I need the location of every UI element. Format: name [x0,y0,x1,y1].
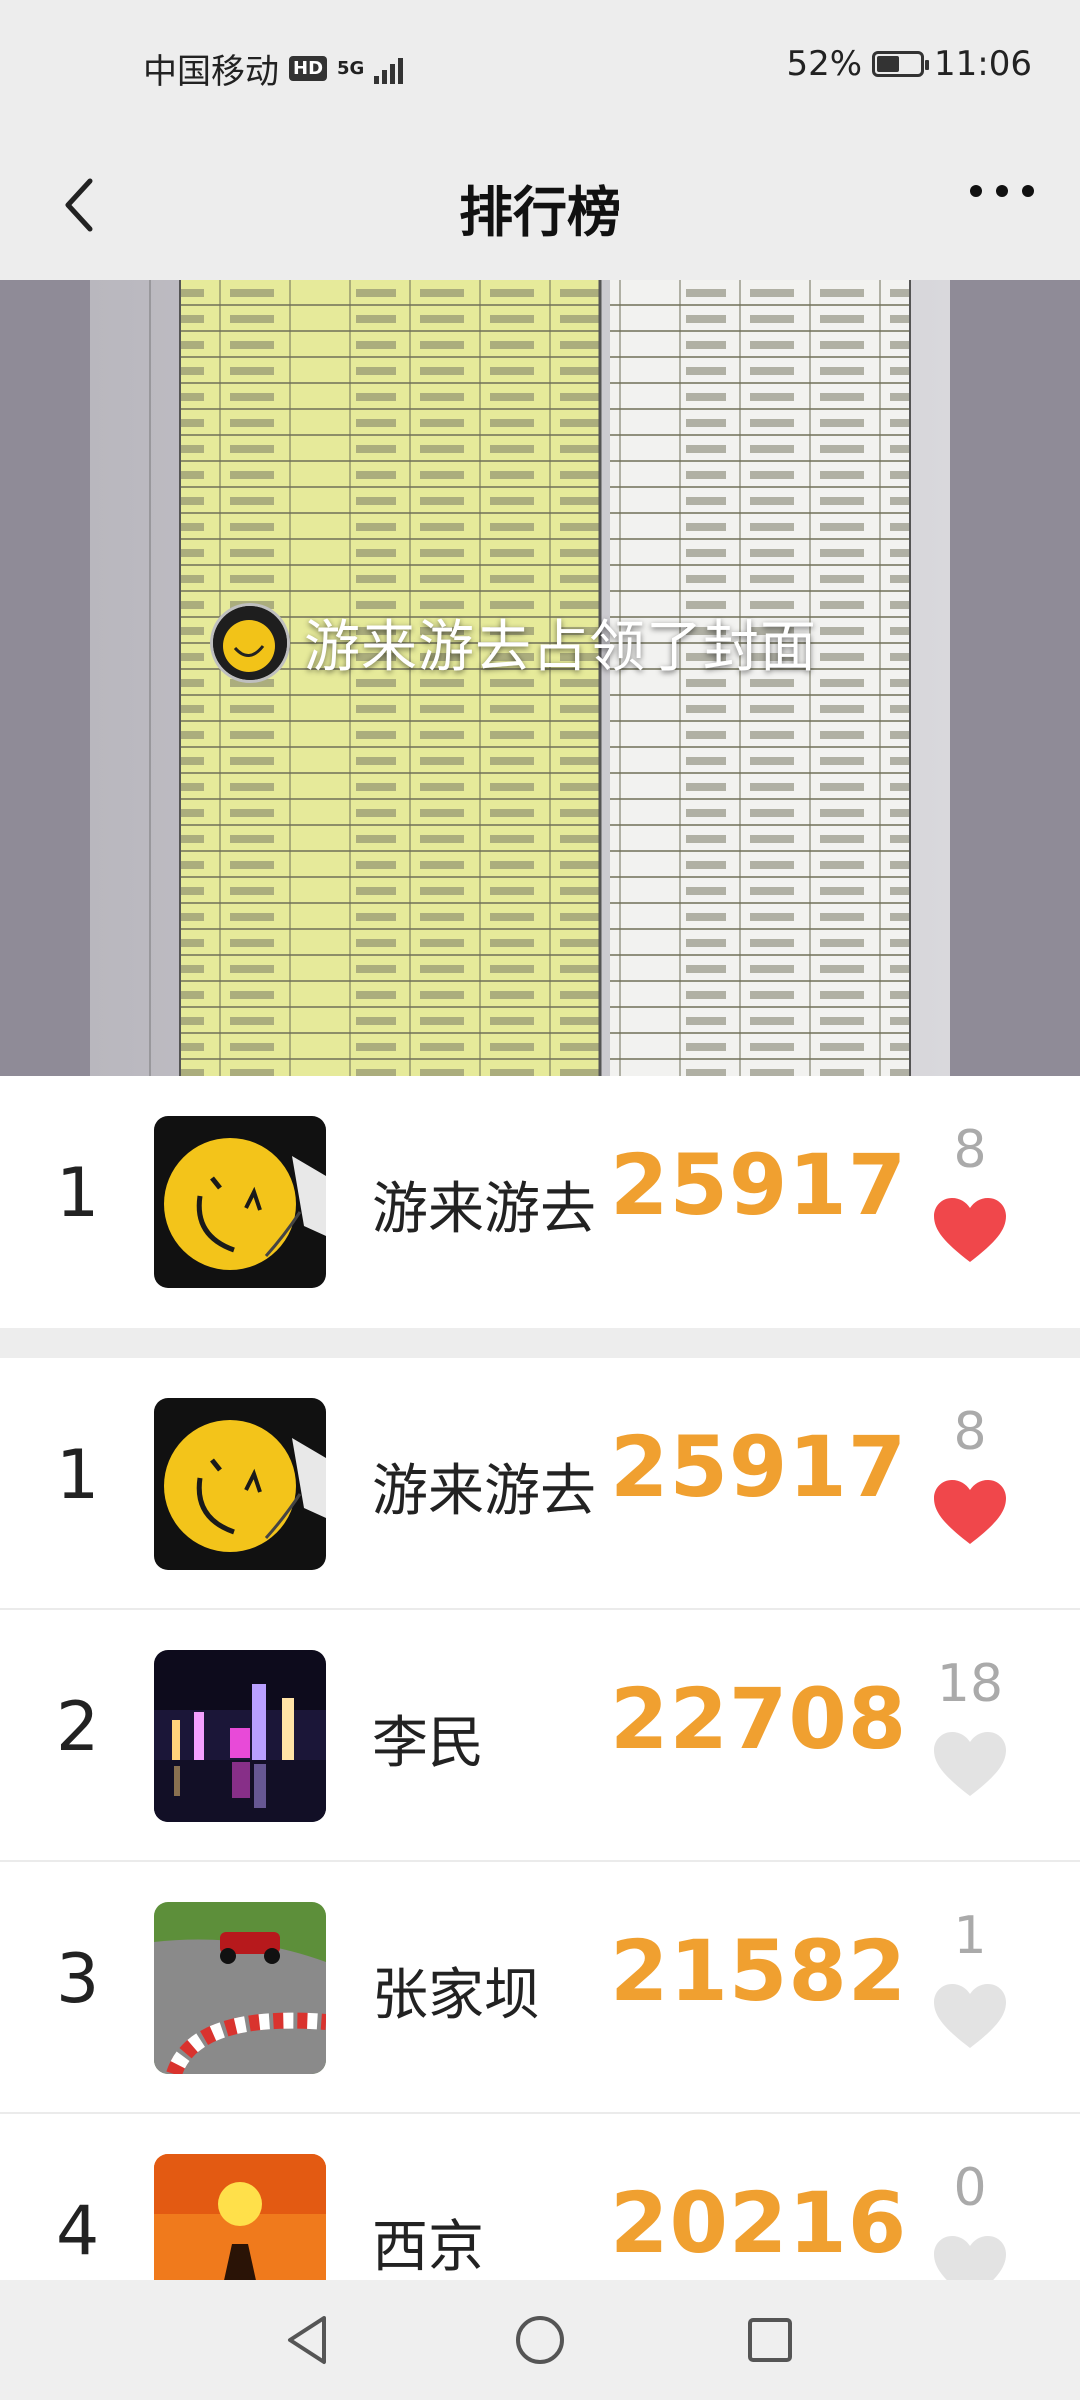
like-count: 8 [953,1402,987,1462]
signal-icon [374,54,404,84]
nickname: 张家坝 [372,1963,540,2028]
nickname: 西京 [372,2215,484,2280]
my-rank-row[interactable]: 1 游来游去 25917 8 [0,1076,1080,1328]
heart-icon[interactable] [934,1480,1006,1546]
avatar[interactable] [154,1398,326,1570]
like-count: 0 [953,2158,987,2218]
rank-number: 2 [56,1688,100,1767]
list-item[interactable]: 3 张家坝 21582 1 [0,1862,1080,2114]
avatar[interactable] [154,1650,326,1822]
cover-image: 游来游去占领了封面 [0,280,1080,1076]
list-item[interactable]: 2 李民 22708 18 [0,1610,1080,1862]
more-horizontal-icon[interactable] [970,185,1034,197]
cover-banner-text: 游来游去占领了封面 [304,615,817,680]
battery-percent: 52% [786,44,863,84]
like-count: 8 [953,1120,987,1180]
nickname: 游来游去 [372,1459,596,1524]
status-bar: 中国移动 HD 5G 52% 11:06 [0,0,1080,130]
rank-number: 4 [56,2192,100,2271]
nickname: 游来游去 [372,1177,596,1242]
heart-icon[interactable] [934,1984,1006,2050]
step-count: 25917 [610,1136,908,1234]
carrier-label: 中国移动 [143,52,279,92]
step-count: 21582 [610,1922,908,2020]
cover-banner-avatar [210,602,290,683]
network-type: 5G [337,57,365,79]
status-left: 中国移动 HD 5G [143,44,404,93]
circle-home-icon[interactable] [510,2310,570,2370]
rank-number: 1 [56,1436,100,1515]
page-title: 排行榜 [459,181,621,244]
system-nav-bar [0,2280,1080,2400]
battery-fill [877,56,900,72]
heart-icon[interactable] [934,1732,1006,1798]
triangle-back-icon[interactable] [278,2310,338,2370]
list-item[interactable]: 1 游来游去 25917 8 [0,1358,1080,1610]
like-count: 18 [936,1654,1004,1714]
like-count: 1 [953,1906,987,1966]
rank-number: 3 [56,1940,100,2019]
battery-icon [872,51,930,77]
rank-number: 1 [56,1154,100,1233]
nickname: 李民 [372,1711,484,1776]
screen: 中国移动 HD 5G 52% 11:06 排行榜 游来游去占领了封面 1 游来游… [0,0,1080,2400]
cover-banner: 游来游去占领了封面 [210,602,817,683]
square-recents-icon[interactable] [740,2310,800,2370]
step-count: 25917 [610,1418,908,1516]
clock: 11:06 [934,44,1032,84]
status-right: 52% 11:06 [786,44,1032,84]
avatar[interactable] [154,1116,326,1288]
step-count: 22708 [610,1670,908,1768]
hd-badge: HD [289,56,328,81]
heart-icon[interactable] [934,1198,1006,1264]
step-count: 20216 [610,2174,908,2272]
title-bar: 排行榜 [0,130,1080,280]
avatar[interactable] [154,1902,326,2074]
section-separator [0,1328,1080,1358]
